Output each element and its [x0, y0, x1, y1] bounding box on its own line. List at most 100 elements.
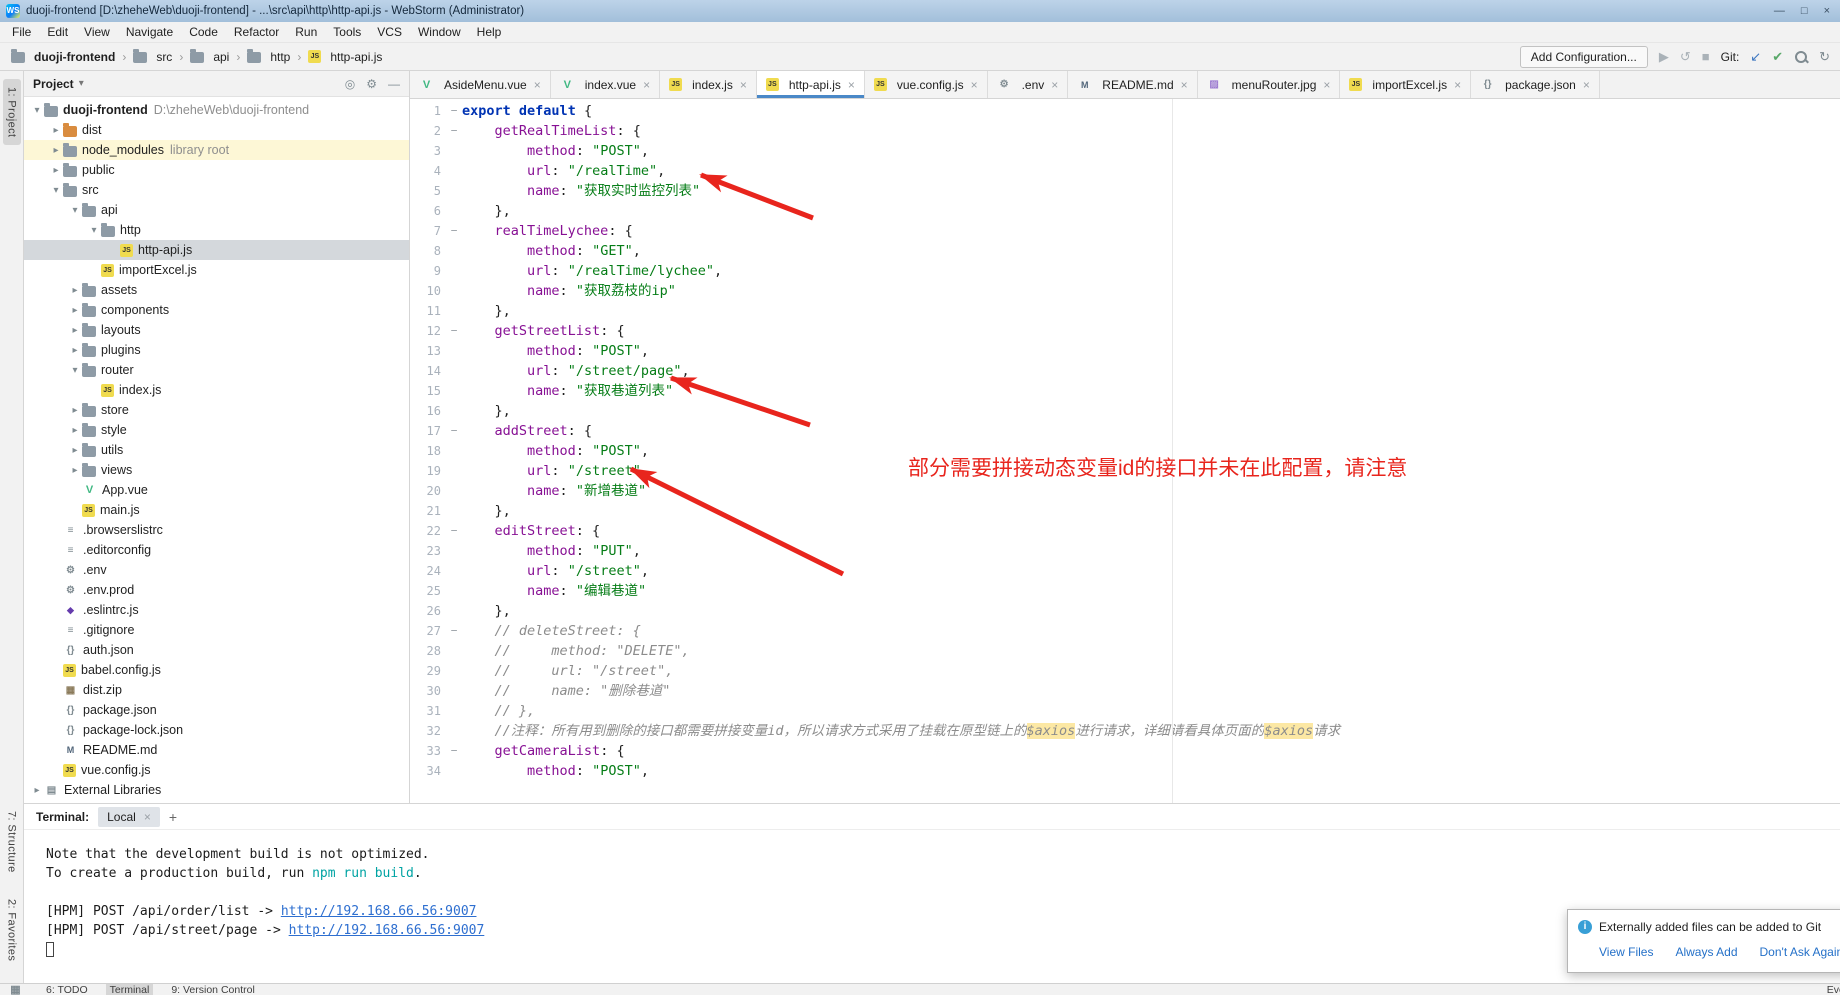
tree-item[interactable]: ▾duoji-frontendD:\zheheWeb\duoji-fronten…	[24, 100, 409, 120]
fold-marker[interactable]: −	[446, 741, 462, 761]
chevron-right-icon[interactable]: ▸	[68, 465, 82, 476]
chevron-right-icon[interactable]: ▸	[68, 285, 82, 296]
chevron-right-icon[interactable]: ▸	[49, 145, 63, 156]
menu-code[interactable]: Code	[181, 22, 226, 43]
close-icon[interactable]: ×	[848, 78, 855, 92]
statusbar-item-9-version-control[interactable]: 9: Version Control	[167, 984, 258, 995]
tree-item[interactable]: ⚙.env	[24, 560, 409, 580]
fold-marker[interactable]: −	[446, 221, 462, 241]
editor-tab[interactable]: MREADME.md×	[1068, 71, 1197, 98]
chevron-down-icon[interactable]: ▾	[68, 365, 82, 376]
menu-run[interactable]: Run	[287, 22, 325, 43]
menu-navigate[interactable]: Navigate	[118, 22, 181, 43]
tree-item[interactable]: ▸style	[24, 420, 409, 440]
editor-tab[interactable]: JShttp-api.js×	[757, 71, 865, 98]
close-icon[interactable]: ×	[1583, 78, 1590, 92]
fold-marker[interactable]: −	[446, 421, 462, 441]
run-button[interactable]: ▶	[1659, 49, 1669, 65]
close-icon[interactable]: ×	[144, 810, 151, 824]
chevron-right-icon[interactable]: ▸	[68, 445, 82, 456]
tree-item[interactable]: ▸layouts	[24, 320, 409, 340]
editor-tab[interactable]: {}package.json×	[1471, 71, 1600, 98]
menu-window[interactable]: Window	[410, 22, 469, 43]
tree-item[interactable]: {}package-lock.json	[24, 720, 409, 740]
tool-window-structure-button[interactable]: 7: Structure	[3, 803, 21, 881]
tree-item[interactable]: JSmain.js	[24, 500, 409, 520]
editor-tab[interactable]: ⚙.env×	[988, 71, 1069, 98]
tree-item[interactable]: {}auth.json	[24, 640, 409, 660]
breadcrumb-item[interactable]: http	[244, 48, 293, 66]
fold-marker[interactable]: −	[446, 101, 462, 121]
tool-window-project-button[interactable]: 1: Project	[3, 79, 21, 145]
tree-item[interactable]: ▾src	[24, 180, 409, 200]
locate-file-button[interactable]: ◎	[345, 77, 355, 91]
tree-item[interactable]: JSimportExcel.js	[24, 260, 409, 280]
chevron-right-icon[interactable]: ▸	[30, 785, 44, 796]
maximize-button[interactable]: □	[1801, 5, 1808, 17]
tree-item[interactable]: ▸store	[24, 400, 409, 420]
breadcrumb-item[interactable]: api	[187, 48, 232, 66]
chevron-right-icon[interactable]: ▸	[49, 165, 63, 176]
close-icon[interactable]: ×	[740, 78, 747, 92]
menu-edit[interactable]: Edit	[39, 22, 76, 43]
chevron-right-icon[interactable]: ▸	[68, 425, 82, 436]
statusbar-item-event-log[interactable]: Event Log	[1823, 984, 1840, 995]
tree-item[interactable]: ▸assets	[24, 280, 409, 300]
chevron-down-icon[interactable]: ▾	[68, 205, 82, 216]
close-icon[interactable]: ×	[534, 78, 541, 92]
editor-tab[interactable]: VAsideMenu.vue×	[410, 71, 551, 98]
breadcrumb-item[interactable]: JShttp-api.js	[305, 48, 385, 66]
tree-item[interactable]: ▸▤External Libraries	[24, 780, 409, 800]
tree-item[interactable]: JSvue.config.js	[24, 760, 409, 780]
tree-item[interactable]: ▾http	[24, 220, 409, 240]
tree-item[interactable]: ⚙.env.prod	[24, 580, 409, 600]
tree-item[interactable]: ▾router	[24, 360, 409, 380]
editor-tab[interactable]: JSvue.config.js×	[865, 71, 988, 98]
tree-item[interactable]: ▸node_moduleslibrary root	[24, 140, 409, 160]
fold-marker[interactable]: −	[446, 121, 462, 141]
editor-tab[interactable]: Vindex.vue×	[551, 71, 660, 98]
tree-item[interactable]: JShttp-api.js	[24, 240, 409, 260]
menu-help[interactable]: Help	[469, 22, 510, 43]
menu-vcs[interactable]: VCS	[369, 22, 410, 43]
tree-item[interactable]: ▾api	[24, 200, 409, 220]
chevron-right-icon[interactable]: ▸	[68, 405, 82, 416]
stop-button[interactable]: ■	[1702, 49, 1710, 64]
settings-gear-icon[interactable]: ⚙	[366, 77, 377, 91]
tree-item[interactable]: ▸components	[24, 300, 409, 320]
rerun-icon[interactable]: ↺	[1680, 49, 1691, 65]
git-commit-icon[interactable]: ✔	[1772, 49, 1783, 65]
notification-link[interactable]: View Files	[1599, 945, 1653, 959]
notification-link[interactable]: Always Add	[1675, 945, 1737, 959]
tree-item[interactable]: JSindex.js	[24, 380, 409, 400]
menu-file[interactable]: File	[4, 22, 39, 43]
git-update-icon[interactable]: ↙	[1750, 49, 1761, 65]
terminal-link[interactable]: http://192.168.66.56:9007	[281, 904, 477, 919]
fold-marker[interactable]: −	[446, 521, 462, 541]
chevron-right-icon[interactable]: ▸	[68, 345, 82, 356]
menu-tools[interactable]: Tools	[325, 22, 369, 43]
breadcrumb-item[interactable]: duoji-frontend	[8, 48, 118, 66]
chevron-right-icon[interactable]: ▸	[68, 325, 82, 336]
fold-marker[interactable]: −	[446, 321, 462, 341]
editor-tab[interactable]: JSimportExcel.js×	[1340, 71, 1471, 98]
tree-item[interactable]: ≡.gitignore	[24, 620, 409, 640]
chevron-down-icon[interactable]: ▾	[49, 185, 63, 196]
tree-item[interactable]: ▸dist	[24, 120, 409, 140]
editor-tab[interactable]: ▨menuRouter.jpg×	[1198, 71, 1341, 98]
add-configuration-button[interactable]: Add Configuration...	[1520, 46, 1648, 68]
menu-view[interactable]: View	[76, 22, 118, 43]
close-icon[interactable]: ×	[1051, 78, 1058, 92]
tree-item[interactable]: ▸plugins	[24, 340, 409, 360]
tree-item[interactable]: JSbabel.config.js	[24, 660, 409, 680]
close-icon[interactable]: ×	[971, 78, 978, 92]
tree-item[interactable]: ≡.browserslistrc	[24, 520, 409, 540]
project-panel-title[interactable]: Project▾	[33, 77, 84, 91]
tree-item[interactable]: {}package.json	[24, 700, 409, 720]
hide-panel-button[interactable]: —	[388, 77, 400, 91]
tree-item[interactable]: ▸utils	[24, 440, 409, 460]
notification-link[interactable]: Don't Ask Again	[1760, 945, 1840, 959]
menu-refactor[interactable]: Refactor	[226, 22, 287, 43]
close-icon[interactable]: ×	[1181, 78, 1188, 92]
chevron-right-icon[interactable]: ▸	[49, 125, 63, 136]
